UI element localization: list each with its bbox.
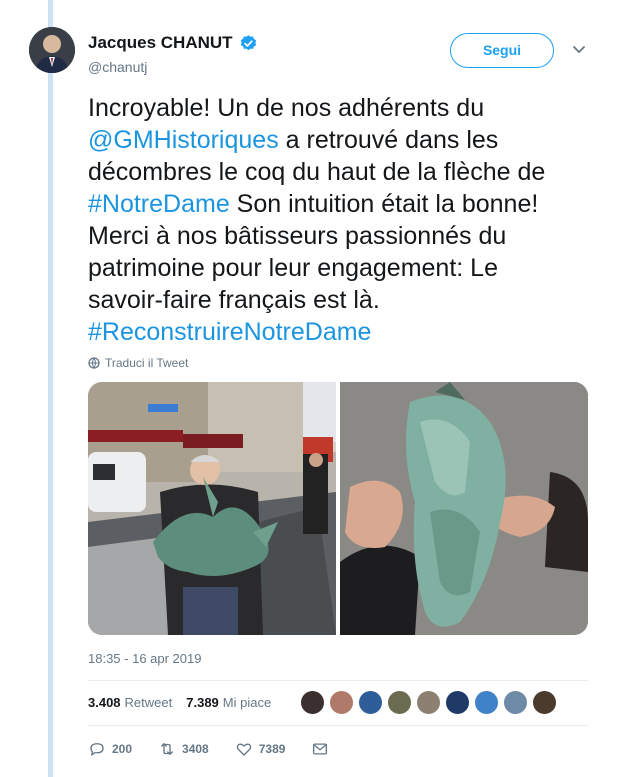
tweet-actions: 200 3408 7389: [88, 740, 355, 758]
direct-message-button[interactable]: [311, 740, 329, 758]
translate-tweet-label: Traduci il Tweet: [105, 356, 189, 370]
mention-link[interactable]: @GMHistoriques: [88, 126, 279, 154]
likes-count[interactable]: 7.389: [186, 695, 219, 710]
divider: [88, 680, 588, 681]
tweet-timestamp[interactable]: 18:35 - 16 apr 2019: [88, 651, 201, 666]
avatar[interactable]: [445, 690, 470, 715]
globe-icon: [88, 357, 100, 369]
author-name[interactable]: Jacques CHANUT: [88, 33, 233, 53]
reply-button[interactable]: 200: [88, 740, 132, 758]
reply-icon: [90, 743, 104, 756]
avatar[interactable]: [416, 690, 441, 715]
retweet-count: 3408: [182, 742, 209, 756]
avatar[interactable]: [329, 690, 354, 715]
engagement-stats: 3.408 Retweet 7.389 Mi piace: [88, 695, 271, 710]
avatar[interactable]: [474, 690, 499, 715]
retweet-button[interactable]: 3408: [158, 740, 209, 758]
avatar[interactable]: [300, 690, 325, 715]
author-block: Jacques CHANUT @chanutj: [88, 33, 258, 75]
likes-label[interactable]: Mi piace: [223, 695, 271, 710]
avatar[interactable]: [29, 27, 75, 73]
translate-tweet-link[interactable]: Traduci il Tweet: [88, 356, 188, 370]
photo-man-holding-rooster[interactable]: [88, 382, 336, 635]
retweet-icon: [161, 743, 173, 755]
envelope-icon: [313, 743, 328, 755]
divider: [88, 725, 588, 726]
retweets-count[interactable]: 3.408: [88, 695, 121, 710]
like-count: 7389: [258, 742, 286, 756]
hashtag-link[interactable]: #NotreDame: [88, 190, 230, 218]
reply-count: 200: [112, 742, 133, 756]
like-button[interactable]: 7389: [235, 740, 286, 758]
chevron-down-icon[interactable]: [572, 44, 586, 56]
avatar[interactable]: [358, 690, 383, 715]
follow-button[interactable]: Segui: [450, 33, 554, 68]
avatar[interactable]: [387, 690, 412, 715]
hashtag-link[interactable]: #ReconstruireNotreDame: [88, 318, 371, 346]
avatar[interactable]: [503, 690, 528, 715]
retweets-label[interactable]: Retweet: [125, 695, 173, 710]
tweet-text-segment: Incroyable! Un de nos adhérents du: [88, 94, 485, 122]
author-handle[interactable]: @chanutj: [88, 59, 258, 75]
photo-rooster-closeup[interactable]: [340, 382, 588, 635]
tweet-text: Incroyable! Un de nos adhérents du @GMHi…: [88, 92, 578, 348]
thread-line: [48, 0, 53, 777]
avatar[interactable]: [532, 690, 557, 715]
heart-icon: [236, 743, 251, 756]
likers-avatars[interactable]: [300, 690, 557, 715]
media-gallery[interactable]: [88, 382, 588, 635]
verified-badge-icon: [240, 34, 256, 50]
